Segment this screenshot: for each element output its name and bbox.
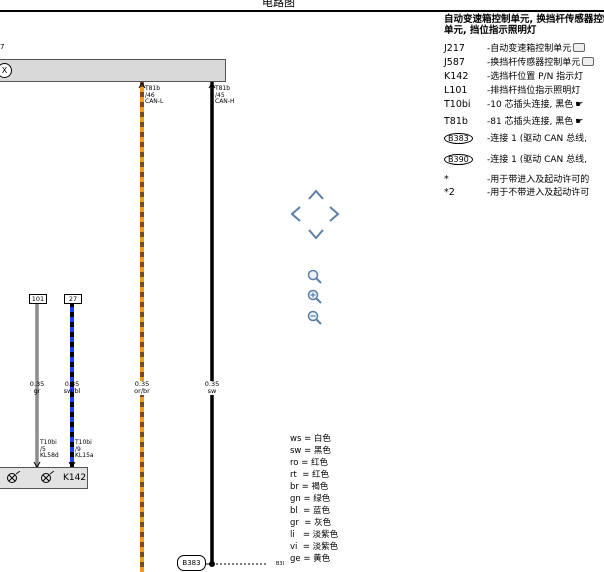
legend-item: T81b -81 芯插头连接, 黑色 ☛ xyxy=(444,116,584,127)
component-label: K142 xyxy=(63,473,87,483)
control-unit-box xyxy=(0,59,226,82)
legend-item: B383 -连接 1 (驱动 CAN 总线, xyxy=(444,131,587,144)
connector-box-101: 101 xyxy=(29,294,47,304)
pan-left-button[interactable] xyxy=(288,205,302,223)
hand-icon[interactable]: ☛ xyxy=(575,117,583,127)
lamp-icon xyxy=(41,471,55,483)
wire-spec-101: 0.35 gr xyxy=(29,380,45,395)
legend-title: 自动变速箱控制单元, 换挡杆传感器控制单元, 挡位指示照明灯 xyxy=(444,14,604,36)
color-legend-row: br = 褐色 xyxy=(290,482,329,492)
legend-item: L101 -排挡杆挡位指示照明灯 xyxy=(444,85,581,96)
pin-label-101: T10bi /5 KL58d xyxy=(40,439,59,459)
chevron-right-icon xyxy=(329,206,340,222)
magnifier-icon xyxy=(307,269,322,284)
color-legend-row: gn = 绿色 xyxy=(290,494,331,504)
connection-circle: B390 xyxy=(444,154,473,165)
legend-item: K142 -选挡杆位置 P/N 指示灯 xyxy=(444,71,584,82)
legend-item: T10bi -10 芯插头连接, 黑色 ☛ xyxy=(444,99,584,110)
color-legend-row: gr = 灰色 xyxy=(290,518,332,528)
pan-up-button[interactable] xyxy=(307,187,325,201)
zoom-fit-button[interactable] xyxy=(307,269,323,285)
legend-item: *2 -用于不带进入及起动许可 xyxy=(444,187,590,198)
chevron-up-icon xyxy=(308,189,324,200)
zoom-in-button[interactable] xyxy=(307,289,323,305)
color-legend-row: sw = 黑色 xyxy=(290,446,331,456)
connection-b383: B383 xyxy=(177,555,206,571)
hand-icon[interactable]: ☛ xyxy=(575,100,583,110)
chevron-left-icon xyxy=(290,206,301,222)
legend-item: J587 -换挡杆传感器控制单元 xyxy=(444,55,595,68)
color-legend-row: rt = 红色 xyxy=(290,470,330,480)
lamp-icon xyxy=(7,471,21,483)
camera-icon[interactable] xyxy=(573,43,586,52)
camera-icon[interactable] xyxy=(582,57,595,66)
wire-spec-27: 0.35 sw/bl xyxy=(63,380,81,395)
color-legend-row: bl = 蓝色 xyxy=(290,506,330,516)
color-legend-row: li = 淡紫色 xyxy=(290,530,339,540)
legend-item: B390 -连接 1 (驱动 CAN 总线, xyxy=(444,152,587,165)
color-legend-row: ro = 红色 xyxy=(290,458,329,468)
color-legend-row: ge = 黄色 xyxy=(290,554,331,564)
connector-box-27: 27 xyxy=(64,294,82,304)
connection-circle: B383 xyxy=(444,133,473,144)
color-legend-row: vi = 淡紫色 xyxy=(290,542,339,552)
pin-label-can-h: T81b /45 CAN-H xyxy=(215,85,235,105)
wire-spec-can-h: 0.35 sw xyxy=(202,381,222,395)
color-legend-row: ws = 白色 xyxy=(290,434,331,444)
pin-label-can-l: T81b /46 CAN-L xyxy=(145,85,164,105)
legend-item: J217 -自动变速箱控制单元 xyxy=(444,41,586,54)
pan-right-button[interactable] xyxy=(328,205,342,223)
zoom-out-icon xyxy=(307,310,322,325)
connection-side-label: B3I xyxy=(276,561,285,567)
zoom-in-icon xyxy=(307,289,322,304)
lamp-icons xyxy=(7,471,55,483)
legend-item: * -用于带进入及起动许可的 xyxy=(444,174,590,185)
pan-down-button[interactable] xyxy=(307,228,325,242)
pin-label-27: T10bi /9 KL15a xyxy=(75,439,94,459)
zoom-out-button[interactable] xyxy=(307,310,323,326)
wire-spec-can-l: 0.35 or/br xyxy=(131,381,153,395)
chevron-down-icon xyxy=(308,229,324,240)
